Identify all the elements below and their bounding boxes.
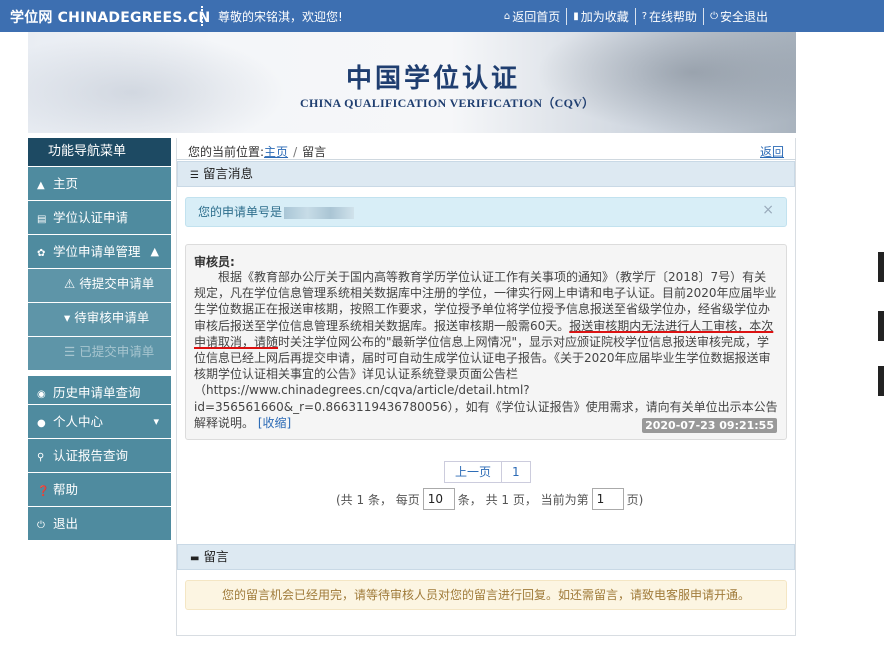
pagination-info-a: (共 1 条， 每页 [336, 492, 420, 507]
chevron-down-icon: ▾ [153, 415, 159, 428]
redacted-application-number [284, 206, 355, 219]
power-icon: ⏻ [37, 520, 45, 531]
help-link[interactable]: ? 在线帮助 [634, 8, 703, 25]
help-icon: ? [641, 11, 648, 22]
reviewer-message: 审核员: 根据《教育部办公厅关于国内高等教育学历学位认证工作有关事项的通知》（教… [185, 244, 787, 440]
sidebar-item-manage[interactable]: ✿ 学位申请单管理 ▲ [28, 234, 171, 268]
reviewer-message-body: 根据《教育部办公厅关于国内高等教育学历学位认证工作有关事项的通知》（教学厅〔20… [194, 269, 778, 431]
sidebar-subitem-label: 已提交申请单 [79, 344, 155, 359]
comment-icon: ▬ [190, 553, 200, 564]
sidebar-item-home[interactable]: ▲ 主页 [28, 166, 171, 200]
messages-panel-title: 留言消息 [202, 166, 253, 181]
page-1-button[interactable]: 1 [502, 461, 531, 483]
edge-artifact [878, 366, 884, 396]
sidebar-item-logout[interactable]: ⏻ 退出 [28, 506, 171, 540]
sidebar-item-label: 主页 [52, 176, 78, 191]
banner-decoration-right [536, 32, 796, 133]
page-size-input[interactable]: 10 [422, 488, 455, 510]
breadcrumb-separator: / [293, 145, 298, 159]
message-timestamp: 2020-07-23 09:21:55 [642, 418, 777, 433]
pagination: 上一页 1 [444, 461, 531, 483]
sidebar-item-profile[interactable]: ● 个人中心 ▾ [28, 404, 171, 438]
sidebar-item-apply[interactable]: ▤ 学位认证申请 [28, 200, 171, 234]
bookmark-link-label: 加为收藏 [580, 10, 629, 24]
sidebar-nav: 功能导航菜单 ▲ 主页 ▤ 学位认证申请 ✿ 学位申请单管理 ▲ ⚠ 待提交申请单… [28, 138, 171, 540]
pagination-info: (共 1 条， 每页 10 条， 共 1 页， 当前为第 1 页) [336, 488, 643, 510]
sidebar-item-label: 学位认证申请 [52, 210, 128, 225]
help-link-label: 在线帮助 [649, 10, 698, 24]
pagination-info-b: 条， 共 1 页， 当前为第 [457, 492, 589, 507]
reply-panel-header: ▬ 留言 [177, 544, 795, 570]
sidebar-title: 功能导航菜单 [28, 138, 171, 166]
sidebar-item-history[interactable]: ◉ 历史申请单查询 [28, 370, 171, 404]
back-link[interactable]: 返回 [760, 143, 784, 160]
edge-artifact [878, 311, 884, 341]
banner-title-en: CHINA QUALIFICATION VERIFICATION（CQV） [300, 96, 595, 110]
prev-page-button[interactable]: 上一页 [444, 461, 503, 483]
sidebar-subitem-submitted[interactable]: ☰ 已提交申请单 [28, 336, 171, 370]
user-icon: ● [37, 418, 46, 429]
close-icon[interactable]: × [762, 196, 774, 224]
breadcrumb-prefix: 您的当前位置: [188, 145, 265, 159]
home-icon: ▲ [37, 180, 45, 191]
logout-link[interactable]: ⏻ 安全退出 [703, 8, 774, 25]
collapse-link[interactable]: [收缩] [258, 416, 291, 430]
list-icon: ☰ [190, 170, 199, 181]
filter-icon: ▾ [64, 310, 71, 325]
home-link[interactable]: ⌂ 返回首页 [498, 8, 566, 25]
welcome-text: 尊敬的宋铭淇，欢迎您! [218, 10, 343, 24]
sidebar-item-help[interactable]: ❓ 帮助 [28, 472, 171, 506]
reviewer-label: 审核员: [194, 255, 235, 269]
breadcrumb-current: 留言 [302, 145, 327, 159]
bookmark-link[interactable]: ▮ 加为收藏 [566, 8, 635, 25]
chevron-up-icon: ▲ [150, 245, 159, 258]
current-page-input[interactable]: 1 [591, 488, 624, 510]
gear-icon: ✿ [37, 248, 46, 259]
breadcrumb-home-link[interactable]: 主页 [264, 145, 288, 159]
sidebar-subitem-label: 待提交申请单 [79, 276, 155, 291]
breadcrumb-divider [176, 159, 796, 160]
brand-divider [201, 6, 203, 26]
question-icon: ❓ [37, 486, 50, 497]
list-icon: ☰ [64, 344, 76, 359]
banner-title-cn: 中国学位认证 [346, 64, 521, 94]
application-number-alert: 您的申请单号是 × [185, 197, 787, 227]
banner-decoration-left [28, 32, 288, 133]
reply-quota-notice: 您的留言机会已经用完，请等待审核人员对您的留言进行回复。如还需留言，请致电客服申… [185, 580, 787, 610]
edge-artifact [878, 252, 884, 282]
messages-panel-header: ☰ 留言消息 [177, 161, 795, 187]
top-links: ⌂ 返回首页 ▮ 加为收藏 ? 在线帮助 ⏻ 安全退出 [498, 8, 774, 25]
sidebar-item-label: 认证报告查询 [52, 448, 128, 463]
sidebar-subitem-label: 待审核申请单 [74, 310, 150, 325]
sidebar-submenu: ⚠ 待提交申请单 ▾ 待审核申请单 ☰ 已提交申请单 [28, 268, 171, 370]
sidebar-item-label: 退出 [52, 516, 78, 531]
document-icon: ▤ [37, 214, 47, 225]
breadcrumb: 您的当前位置:主页 / 留言 [188, 143, 326, 160]
logout-link-label: 安全退出 [719, 10, 768, 24]
home-link-label: 返回首页 [512, 10, 561, 24]
sidebar-item-label: 历史申请单查询 [52, 385, 141, 400]
reply-panel-title: 留言 [203, 549, 229, 564]
application-number-label: 您的申请单号是 [198, 205, 283, 219]
site-banner: 中国学位认证 CHINA QUALIFICATION VERIFICATION（… [28, 32, 796, 133]
sidebar-item-label: 学位申请单管理 [52, 244, 141, 259]
bookmark-icon: ▮ [573, 11, 579, 22]
home-icon: ⌂ [503, 11, 511, 22]
sidebar-item-label: 个人中心 [52, 414, 103, 429]
sidebar-subitem-pending-submit[interactable]: ⚠ 待提交申请单 [28, 268, 171, 302]
site-brand[interactable]: 学位网 CHINADEGREES.CN [10, 7, 210, 27]
sidebar-item-report[interactable]: ⚲ 认证报告查询 [28, 438, 171, 472]
search-icon: ⚲ [37, 452, 45, 463]
pagination-info-c: 页) [626, 492, 644, 507]
warning-icon: ⚠ [64, 276, 76, 291]
power-icon: ⏻ [710, 11, 718, 22]
top-bar: 学位网 CHINADEGREES.CN 尊敬的宋铭淇，欢迎您! ⌂ 返回首页 ▮ 加… [0, 0, 884, 32]
sidebar-subitem-pending-review[interactable]: ▾ 待审核申请单 [28, 302, 171, 336]
sidebar-item-label: 帮助 [52, 482, 78, 497]
